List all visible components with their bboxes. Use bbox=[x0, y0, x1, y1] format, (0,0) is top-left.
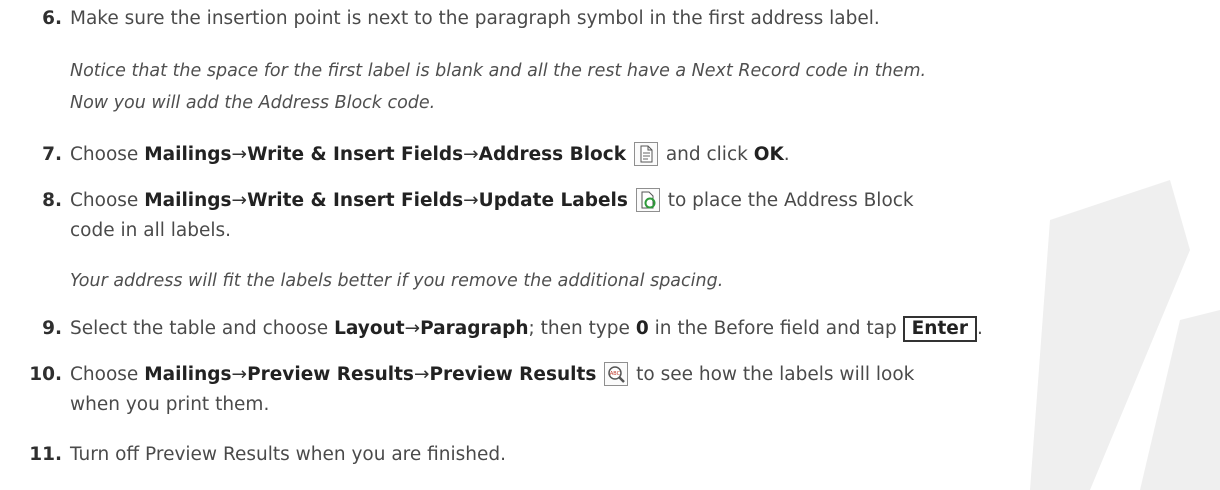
arrow-separator: → bbox=[231, 144, 248, 165]
ribbon-tab-name: Mailings bbox=[144, 190, 232, 211]
step-text: Choose Mailings→Write & Insert Fields→Ad… bbox=[70, 140, 790, 170]
step-text: when you print them. bbox=[70, 394, 270, 415]
step-text-tail: and click bbox=[665, 144, 748, 165]
arrow-separator: → bbox=[231, 364, 248, 385]
ribbon-group-name: Paragraph bbox=[420, 318, 529, 339]
step-number: 8. bbox=[42, 190, 62, 211]
ribbon-tab-name: Layout bbox=[334, 318, 405, 339]
step-text: Turn off Preview Results when you are fi… bbox=[70, 444, 507, 465]
arrow-separator: → bbox=[463, 144, 479, 165]
ribbon-command-name: Address Block bbox=[478, 144, 627, 165]
arrow-separator: → bbox=[413, 364, 430, 385]
address-block-icon bbox=[633, 142, 658, 166]
step-text-mid: ; then type bbox=[528, 318, 630, 339]
step-text-tail: to see how the labels will look bbox=[636, 364, 915, 385]
step-text-lead: Select the table and choose bbox=[70, 318, 329, 339]
svg-text:ABC: ABC bbox=[610, 371, 621, 377]
choose-word: Choose bbox=[70, 144, 139, 165]
update-labels-icon bbox=[635, 188, 660, 212]
step-number: 10. bbox=[29, 364, 62, 385]
ribbon-group-name: Preview Results bbox=[247, 364, 414, 385]
arrow-separator: → bbox=[231, 190, 248, 211]
choose-word: Choose bbox=[70, 364, 139, 385]
choose-word: Choose bbox=[70, 190, 139, 211]
step-text: Make sure the insertion point is next to… bbox=[70, 8, 880, 29]
step-number: 6. bbox=[42, 8, 62, 29]
period: . bbox=[976, 318, 983, 339]
step-8-note: Your address will fit the labels better … bbox=[70, 271, 724, 291]
arrow-separator: → bbox=[463, 190, 479, 211]
ribbon-group-name: Write & Insert Fields bbox=[247, 144, 464, 165]
ribbon-tab-name: Mailings bbox=[144, 364, 232, 385]
step-text-tail: to place the Address Block bbox=[667, 190, 914, 211]
step-number: 11. bbox=[29, 444, 62, 465]
ribbon-tab-name: Mailings bbox=[144, 144, 232, 165]
arrow-separator: → bbox=[404, 318, 421, 339]
ribbon-command-name: Preview Results bbox=[429, 364, 597, 385]
step-6-note-line-2: Now you will add the Address Block code. bbox=[70, 93, 436, 113]
ribbon-command-name: Update Labels bbox=[478, 190, 628, 211]
step-text: Choose Mailings→Preview Results→Preview … bbox=[70, 360, 914, 390]
watermark-graphic bbox=[1030, 180, 1220, 490]
period: . bbox=[783, 144, 790, 165]
ribbon-group-name: Write & Insert Fields bbox=[247, 190, 464, 211]
typed-value: 0 bbox=[635, 318, 649, 339]
step-text: Choose Mailings→Write & Insert Fields→Up… bbox=[70, 186, 914, 216]
step-text-tail: in the Before field and tap bbox=[654, 318, 897, 339]
step-number: 7. bbox=[42, 144, 62, 165]
enter-key: Enter bbox=[902, 316, 977, 342]
step-text: code in all labels. bbox=[70, 220, 231, 241]
step-number: 9. bbox=[42, 318, 62, 339]
step-text: Select the table and choose Layout→Parag… bbox=[70, 314, 983, 344]
ok-button-name: OK bbox=[753, 144, 784, 165]
step-6-note-line-1: Notice that the space for the first labe… bbox=[70, 61, 927, 81]
preview-results-icon: ABC bbox=[604, 362, 629, 386]
